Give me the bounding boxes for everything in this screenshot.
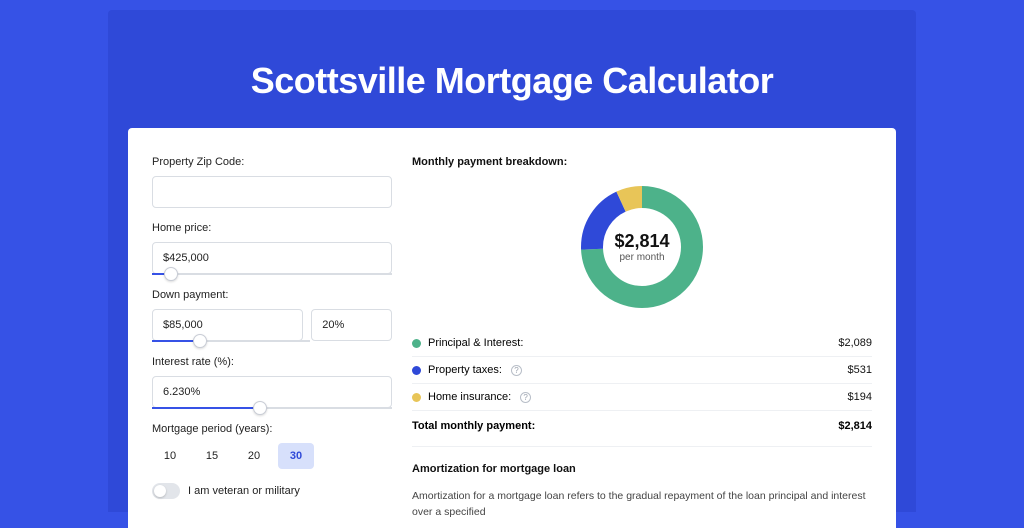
- donut-center: $2,814 per month: [577, 182, 707, 312]
- legend-label: Principal & Interest:: [428, 337, 523, 349]
- down-payment-pct-input[interactable]: [311, 309, 392, 341]
- period-btn-20[interactable]: 20: [236, 443, 272, 469]
- legend-label: Home insurance:: [428, 391, 511, 403]
- zip-input[interactable]: [152, 176, 392, 208]
- veteran-label: I am veteran or military: [188, 485, 300, 497]
- total-value: $2,814: [838, 420, 872, 432]
- page-title: Scottsville Mortgage Calculator: [0, 60, 1024, 102]
- down-payment-slider-thumb[interactable]: [193, 334, 207, 348]
- amortization-section: Amortization for mortgage loan Amortizat…: [412, 446, 872, 521]
- dot-icon: [412, 366, 421, 375]
- interest-slider-thumb[interactable]: [253, 401, 267, 415]
- info-icon[interactable]: ?: [520, 392, 531, 403]
- down-payment-slider[interactable]: [152, 340, 310, 342]
- dot-icon: [412, 393, 421, 402]
- interest-label: Interest rate (%):: [152, 356, 392, 368]
- donut-amount: $2,814: [614, 231, 669, 252]
- legend-row-principal: Principal & Interest: $2,089: [412, 330, 872, 357]
- donut-container: $2,814 per month: [412, 182, 872, 312]
- legend-value: $531: [848, 364, 872, 376]
- legend-label: Property taxes:: [428, 364, 502, 376]
- payment-donut-chart: $2,814 per month: [577, 182, 707, 312]
- down-payment-field-group: Down payment:: [152, 289, 392, 342]
- donut-sublabel: per month: [619, 252, 664, 263]
- zip-field-group: Property Zip Code:: [152, 156, 392, 208]
- period-options: 10 15 20 30: [152, 443, 392, 469]
- interest-field-group: Interest rate (%):: [152, 356, 392, 409]
- down-payment-label: Down payment:: [152, 289, 392, 301]
- home-price-label: Home price:: [152, 222, 392, 234]
- home-price-slider[interactable]: [152, 273, 392, 275]
- info-icon[interactable]: ?: [511, 365, 522, 376]
- period-field-group: Mortgage period (years): 10 15 20 30: [152, 423, 392, 469]
- total-row: Total monthly payment: $2,814: [412, 411, 872, 446]
- veteran-row: I am veteran or military: [152, 483, 392, 499]
- legend-value: $2,089: [838, 337, 872, 349]
- home-price-field-group: Home price:: [152, 222, 392, 275]
- veteran-toggle-knob: [154, 485, 166, 497]
- home-price-input[interactable]: [152, 242, 392, 274]
- amortization-heading: Amortization for mortgage loan: [412, 463, 872, 475]
- interest-slider[interactable]: [152, 407, 392, 409]
- period-btn-15[interactable]: 15: [194, 443, 230, 469]
- interest-input[interactable]: [152, 376, 392, 408]
- period-label: Mortgage period (years):: [152, 423, 392, 435]
- home-price-slider-thumb[interactable]: [164, 267, 178, 281]
- legend-value: $194: [848, 391, 872, 403]
- breakdown-column: Monthly payment breakdown: $2,814 per mo…: [412, 156, 872, 528]
- period-btn-10[interactable]: 10: [152, 443, 188, 469]
- dot-icon: [412, 339, 421, 348]
- zip-label: Property Zip Code:: [152, 156, 392, 168]
- legend-row-taxes: Property taxes: ? $531: [412, 357, 872, 384]
- calculator-card: Property Zip Code: Home price: Down paym…: [128, 128, 896, 528]
- interest-slider-fill: [152, 407, 260, 409]
- period-btn-30[interactable]: 30: [278, 443, 314, 469]
- inputs-column: Property Zip Code: Home price: Down paym…: [152, 156, 392, 528]
- breakdown-heading: Monthly payment breakdown:: [412, 156, 872, 168]
- legend-row-insurance: Home insurance: ? $194: [412, 384, 872, 411]
- veteran-toggle[interactable]: [152, 483, 180, 499]
- down-payment-input[interactable]: [152, 309, 303, 341]
- amortization-text: Amortization for a mortgage loan refers …: [412, 489, 872, 521]
- total-label: Total monthly payment:: [412, 420, 535, 432]
